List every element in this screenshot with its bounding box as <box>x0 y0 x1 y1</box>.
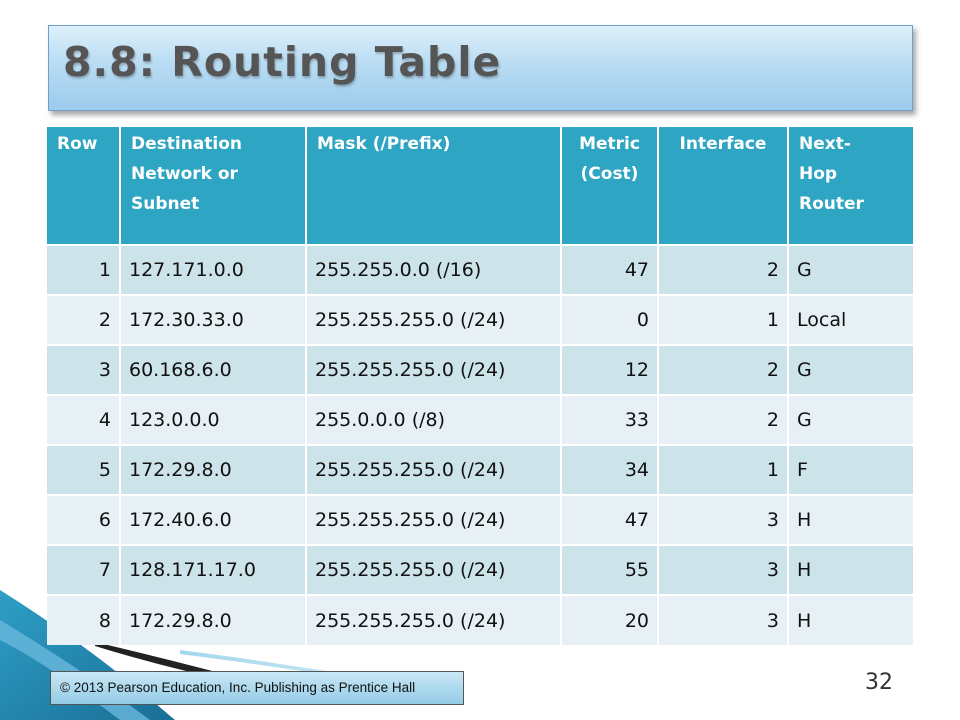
cell-row: 1 <box>47 244 121 295</box>
cell-interface: 1 <box>658 444 789 495</box>
table-row: 3 60.168.6.0 255.255.255.0 (/24) 12 2 G <box>47 344 913 395</box>
header-next-hop: Next- Hop Router <box>788 127 913 245</box>
cell-destination: 172.29.8.0 <box>120 444 307 495</box>
cell-next-hop: G <box>788 244 913 295</box>
header-destination: Destination Network or Subnet <box>120 127 307 245</box>
cell-next-hop: G <box>788 344 913 395</box>
cell-metric: 12 <box>561 344 659 395</box>
cell-metric: 0 <box>561 294 659 345</box>
cell-next-hop: F <box>788 444 913 495</box>
header-interface: Interface <box>658 127 789 245</box>
cell-metric: 34 <box>561 444 659 495</box>
cell-mask: 255.255.255.0 (/24) <box>306 544 562 595</box>
table-header-row: Row Destination Network or Subnet Mask (… <box>47 127 913 245</box>
table-row: 2 172.30.33.0 255.255.255.0 (/24) 0 1 Lo… <box>47 294 913 345</box>
cell-next-hop: H <box>788 494 913 545</box>
cell-metric: 47 <box>561 494 659 545</box>
cell-destination: 60.168.6.0 <box>120 344 307 395</box>
cell-destination: 172.29.8.0 <box>120 594 307 645</box>
cell-row: 7 <box>47 544 121 595</box>
page-number: 32 <box>865 670 893 695</box>
cell-next-hop: Local <box>788 294 913 345</box>
table-row: 4 123.0.0.0 255.0.0.0 (/8) 33 2 G <box>47 394 913 445</box>
cell-interface: 3 <box>658 494 789 545</box>
cell-interface: 1 <box>658 294 789 345</box>
cell-metric: 47 <box>561 244 659 295</box>
cell-row: 8 <box>47 594 121 645</box>
cell-mask: 255.0.0.0 (/8) <box>306 394 562 445</box>
cell-interface: 2 <box>658 344 789 395</box>
cell-mask: 255.255.255.0 (/24) <box>306 594 562 645</box>
header-metric: Metric (Cost) <box>561 127 659 245</box>
cell-interface: 3 <box>658 594 789 645</box>
slide-title: 8.8: Routing Table <box>63 38 502 86</box>
cell-row: 6 <box>47 494 121 545</box>
cell-destination: 128.171.17.0 <box>120 544 307 595</box>
cell-destination: 123.0.0.0 <box>120 394 307 445</box>
header-row: Row <box>47 127 121 245</box>
cell-interface: 3 <box>658 544 789 595</box>
cell-next-hop: H <box>788 594 913 645</box>
cell-row: 4 <box>47 394 121 445</box>
cell-destination: 172.30.33.0 <box>120 294 307 345</box>
cell-row: 3 <box>47 344 121 395</box>
cell-row: 2 <box>47 294 121 345</box>
cell-mask: 255.255.255.0 (/24) <box>306 294 562 345</box>
cell-next-hop: G <box>788 394 913 445</box>
cell-mask: 255.255.255.0 (/24) <box>306 494 562 545</box>
copyright-notice: © 2013 Pearson Education, Inc. Publishin… <box>50 671 464 705</box>
cell-mask: 255.255.255.0 (/24) <box>306 444 562 495</box>
cell-row: 5 <box>47 444 121 495</box>
cell-mask: 255.255.0.0 (/16) <box>306 244 562 295</box>
cell-interface: 2 <box>658 244 789 295</box>
cell-metric: 33 <box>561 394 659 445</box>
cell-destination: 172.40.6.0 <box>120 494 307 545</box>
cell-mask: 255.255.255.0 (/24) <box>306 344 562 395</box>
cell-destination: 127.171.0.0 <box>120 244 307 295</box>
header-mask: Mask (/Prefix) <box>306 127 562 245</box>
cell-interface: 2 <box>658 394 789 445</box>
table-row: 1 127.171.0.0 255.255.0.0 (/16) 47 2 G <box>47 244 913 295</box>
cell-metric: 55 <box>561 544 659 595</box>
table-row: 6 172.40.6.0 255.255.255.0 (/24) 47 3 H <box>47 494 913 545</box>
cell-next-hop: H <box>788 544 913 595</box>
title-banner: 8.8: Routing Table <box>48 25 913 111</box>
table-row: 5 172.29.8.0 255.255.255.0 (/24) 34 1 F <box>47 444 913 495</box>
cell-metric: 20 <box>561 594 659 645</box>
table-row: 7 128.171.17.0 255.255.255.0 (/24) 55 3 … <box>47 544 913 595</box>
table-row: 8 172.29.8.0 255.255.255.0 (/24) 20 3 H <box>47 594 913 645</box>
routing-table: Row Destination Network or Subnet Mask (… <box>47 127 913 645</box>
